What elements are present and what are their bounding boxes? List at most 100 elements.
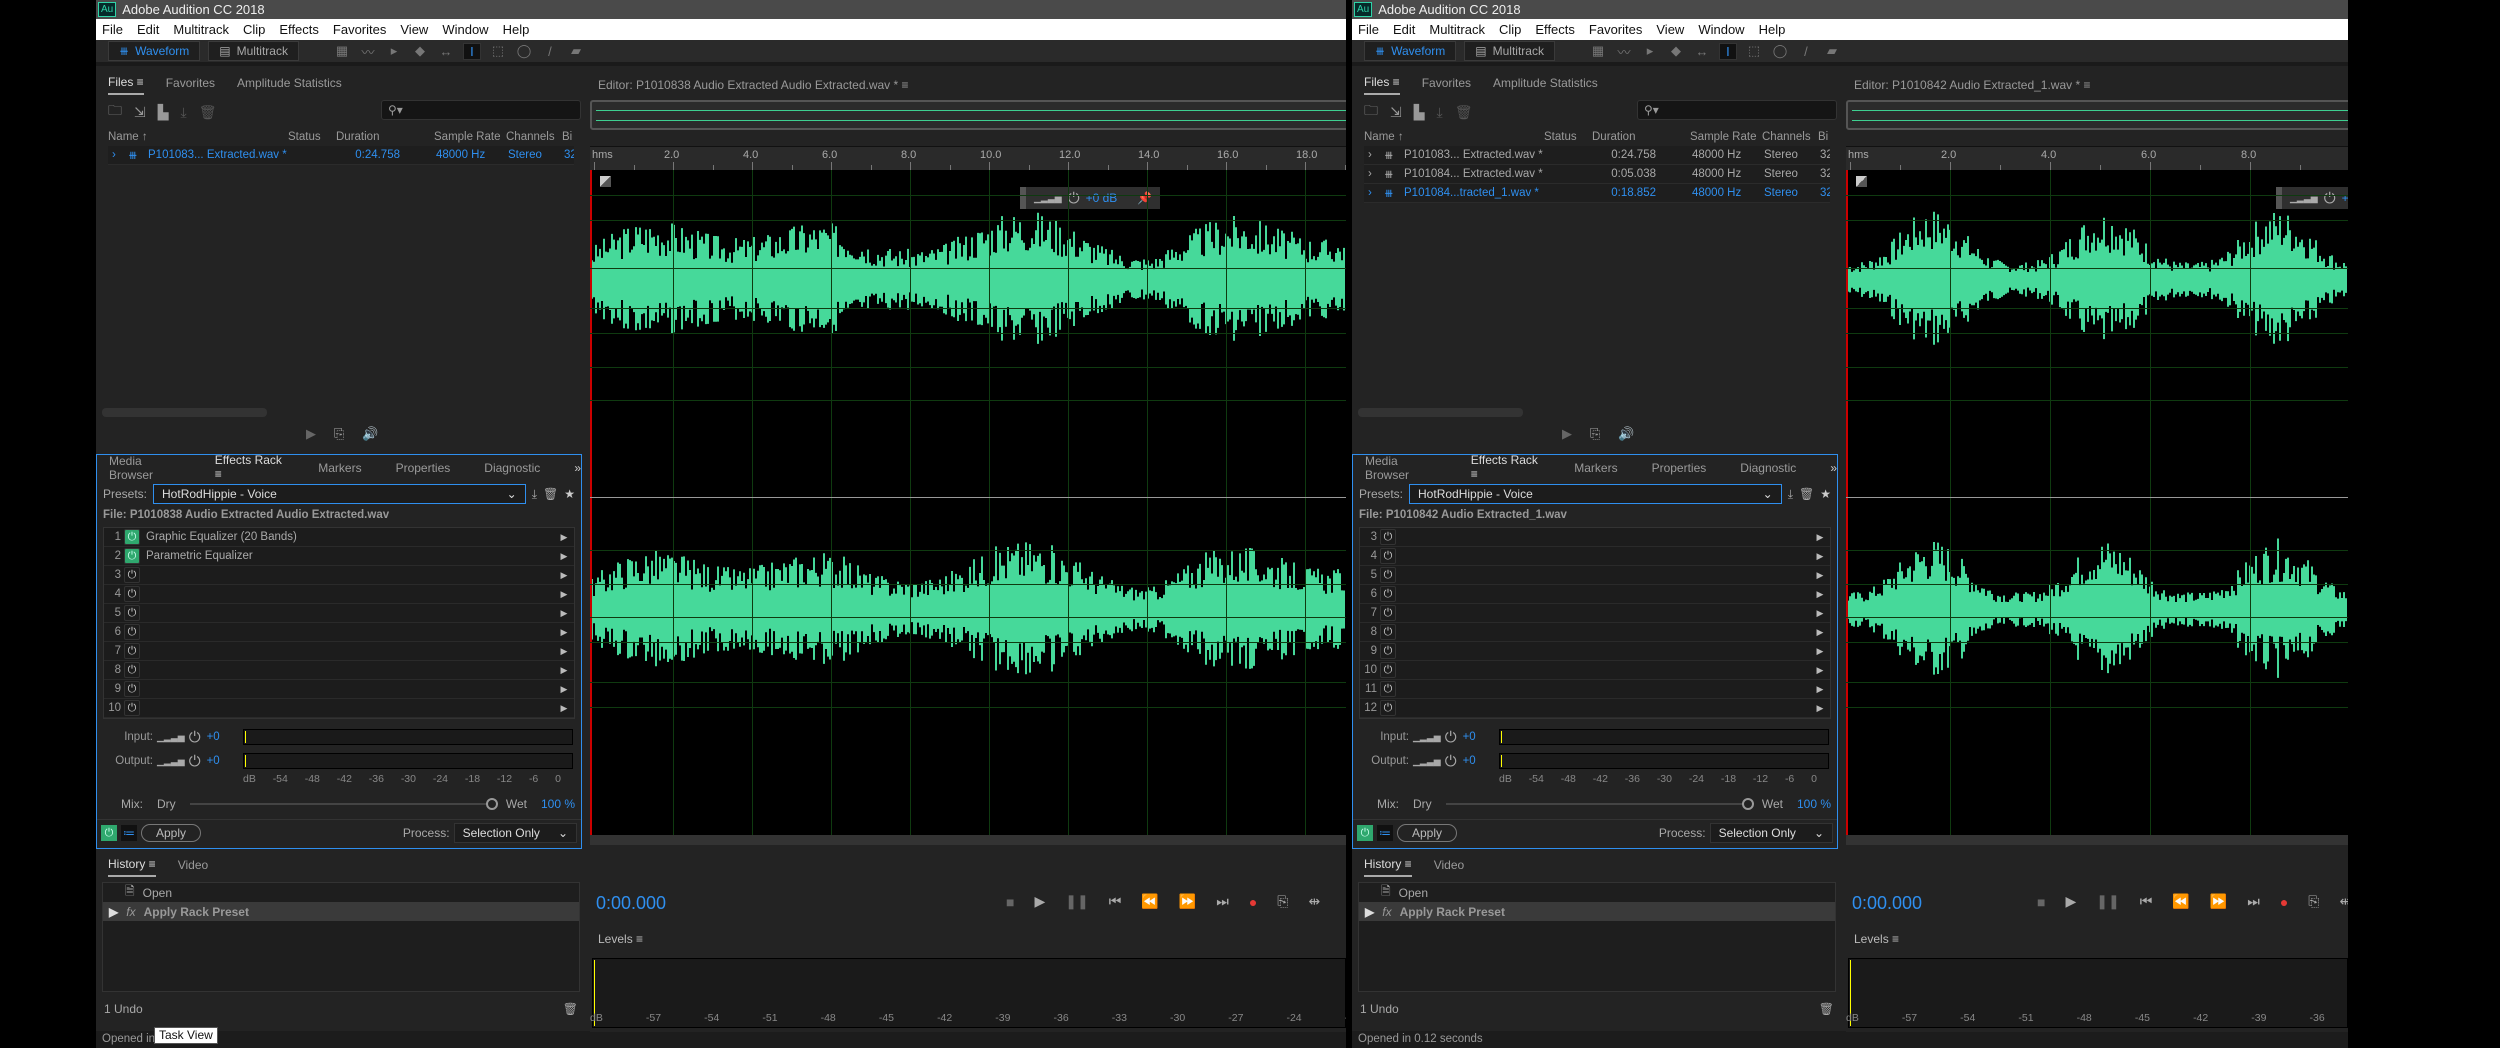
time-selection-tool-icon[interactable]: I: [462, 42, 481, 60]
preview-volume-icon[interactable]: 🔊: [1618, 426, 1634, 442]
marquee-tool-icon[interactable]: ⬚: [489, 43, 507, 59]
output-gain-value[interactable]: +0: [207, 755, 220, 767]
col-bits[interactable]: Bi: [1818, 131, 1828, 143]
slot-menu-arrow-icon[interactable]: ▶: [1810, 608, 1830, 619]
pin-icon[interactable]: 📌: [1137, 191, 1152, 205]
panel-menu-icon[interactable]: ≡: [2084, 78, 2091, 92]
slot-power-icon[interactable]: ⏻: [124, 681, 140, 697]
slot-power-icon[interactable]: ⏻: [1380, 662, 1396, 678]
slot-power-icon[interactable]: ⏻: [1380, 567, 1396, 583]
slot-menu-arrow-icon[interactable]: ▶: [554, 627, 574, 638]
effect-slot[interactable]: 9 ⏻ ▶: [1360, 642, 1830, 661]
menu-edit[interactable]: Edit: [137, 22, 159, 37]
time-ruler[interactable]: hms 2.0 4.0 6.0 8.0: [1846, 146, 2348, 170]
menu-file[interactable]: File: [102, 22, 123, 37]
effect-slot[interactable]: 10 ⏻ ▶: [1360, 661, 1830, 680]
effect-slot[interactable]: 8 ⏻ ▶: [104, 661, 574, 680]
delete-history-icon[interactable]: 🗑: [563, 1002, 578, 1016]
more-panels-icon[interactable]: »: [1830, 461, 1837, 475]
files-search-input[interactable]: ⚲▾: [1637, 100, 1837, 120]
spot-healing-icon[interactable]: ▰: [1823, 43, 1841, 59]
tab-markers[interactable]: Markers: [318, 457, 361, 479]
menu-favorites[interactable]: Favorites: [333, 22, 386, 37]
rewind-icon[interactable]: ⏪: [2172, 893, 2189, 910]
slot-power-icon[interactable]: ⏻: [124, 567, 140, 583]
save-preset-icon[interactable]: ⤓: [1788, 487, 1793, 502]
tab-files[interactable]: Files ≡: [1364, 71, 1400, 95]
razor-tool-icon[interactable]: ◆: [411, 43, 429, 59]
effect-slot[interactable]: 9 ⏻ ▶: [104, 680, 574, 699]
mix-slider-handle[interactable]: [485, 798, 498, 810]
go-to-end-icon[interactable]: ⏭: [2247, 893, 2260, 910]
slot-power-icon[interactable]: ⏻: [124, 529, 140, 545]
tab-history[interactable]: History ≡: [1364, 853, 1412, 877]
file-row[interactable]: › ⧻ P101084... Extracted.wav * 0:05.038 4800…: [1364, 165, 1830, 184]
output-gain-knob[interactable]: ⏻: [1445, 753, 1457, 770]
tab-effects-rack[interactable]: Effects Rack ≡: [1470, 449, 1541, 487]
history-item-apply-rack-preset[interactable]: ▶ fx Apply Rack Preset: [103, 902, 579, 921]
effect-slot[interactable]: 6 ⏻ ▶: [1360, 585, 1830, 604]
slot-menu-arrow-icon[interactable]: ▶: [554, 589, 574, 600]
slot-menu-arrow-icon[interactable]: ▶: [554, 570, 574, 581]
slot-power-icon[interactable]: ⏻: [1380, 624, 1396, 640]
save-preset-icon[interactable]: ⤓: [532, 487, 537, 502]
file-row[interactable]: › ⧻ P101084...tracted_1.wav * 0:18.852 48000…: [1364, 184, 1830, 203]
multitrack-mode-button[interactable]: ▤ Multitrack: [1464, 41, 1555, 61]
files-search-input[interactable]: ⚲▾: [381, 100, 581, 120]
waveform-mode-button[interactable]: ⧻ Waveform: [1364, 41, 1457, 61]
waveform-display[interactable]: ▁▂▃▅⏻+0📌: [1846, 170, 2348, 835]
output-gain-knob[interactable]: ⏻: [189, 753, 201, 770]
slot-menu-arrow-icon[interactable]: ▶: [554, 665, 574, 676]
time-ruler[interactable]: hms 2.0 4.0 6.0 8.0 10.0 12.0 14.0 16.0 18.0: [590, 146, 1346, 170]
hud-gain-control[interactable]: ▁▂▃▅⏻+0📌: [2276, 187, 2348, 209]
slip-tool-icon[interactable]: ↔: [1693, 44, 1711, 59]
expand-chevron-icon[interactable]: ›: [1368, 187, 1384, 199]
input-gain-value[interactable]: +0: [207, 731, 220, 743]
slot-power-icon[interactable]: ⏻: [1380, 681, 1396, 697]
overview-navigator[interactable]: [590, 100, 1346, 130]
tab-favorites[interactable]: Favorites: [166, 72, 215, 94]
favorite-star-icon[interactable]: ★: [1820, 487, 1831, 501]
marquee-tool-icon[interactable]: ⬚: [1745, 43, 1763, 59]
record-icon[interactable]: ●: [2280, 894, 2288, 910]
slot-power-icon[interactable]: ⏻: [124, 586, 140, 602]
spectral-pitch-icon[interactable]: 〰: [359, 42, 377, 61]
process-dropdown[interactable]: Selection Only ⌄: [1709, 822, 1833, 843]
loop-icon[interactable]: ⎘: [1277, 893, 1288, 910]
slot-menu-arrow-icon[interactable]: ▶: [554, 646, 574, 657]
menu-window[interactable]: Window: [442, 22, 488, 37]
new-file-icon[interactable]: ▙: [158, 104, 169, 121]
delete-preset-icon[interactable]: 🗑: [1799, 487, 1814, 501]
go-to-start-icon[interactable]: ⏮: [1109, 893, 1122, 910]
tab-amplitude-statistics[interactable]: Amplitude Statistics: [1493, 72, 1598, 94]
brush-tool-icon[interactable]: /: [1797, 44, 1815, 59]
tab-files[interactable]: Files ≡: [108, 71, 144, 95]
slot-menu-arrow-icon[interactable]: ▶: [1810, 551, 1830, 562]
preview-play-icon[interactable]: ▶: [1562, 426, 1572, 442]
input-gain-knob[interactable]: ⏻: [1445, 729, 1457, 746]
expand-chevron-icon[interactable]: ›: [1368, 168, 1384, 180]
tab-favorites[interactable]: Favorites: [1422, 72, 1471, 94]
menu-help[interactable]: Help: [1759, 22, 1786, 37]
go-to-start-icon[interactable]: ⏮: [2140, 893, 2153, 910]
effect-slot[interactable]: 6 ⏻ ▶: [104, 623, 574, 642]
slot-power-icon[interactable]: ⏻: [1380, 586, 1396, 602]
input-gain-value[interactable]: +0: [1463, 731, 1476, 743]
files-scrollbar[interactable]: [1358, 408, 1523, 417]
timecode-display[interactable]: 0:00.000: [1852, 893, 1922, 914]
new-file-icon[interactable]: ▙: [1414, 104, 1425, 121]
spectral-pitch-icon[interactable]: 〰: [1615, 42, 1633, 61]
menu-view[interactable]: View: [400, 22, 428, 37]
tab-effects-rack[interactable]: Effects Rack ≡: [214, 449, 285, 487]
mix-percent[interactable]: 100 %: [541, 797, 575, 811]
col-channels[interactable]: Channels: [506, 131, 562, 143]
process-dropdown[interactable]: Selection Only ⌄: [453, 822, 577, 843]
record-icon[interactable]: ●: [1249, 894, 1257, 910]
play-icon[interactable]: ▶: [2065, 893, 2076, 910]
menu-effects[interactable]: Effects: [279, 22, 319, 37]
col-status[interactable]: Status: [288, 131, 336, 143]
effect-slot[interactable]: 4 ⏻ ▶: [104, 585, 574, 604]
effect-slot[interactable]: 3 ⏻ ▶: [1360, 528, 1830, 547]
spectral-frequency-icon[interactable]: ▦: [333, 43, 351, 59]
tab-media-browser[interactable]: Media Browser: [1365, 450, 1437, 486]
